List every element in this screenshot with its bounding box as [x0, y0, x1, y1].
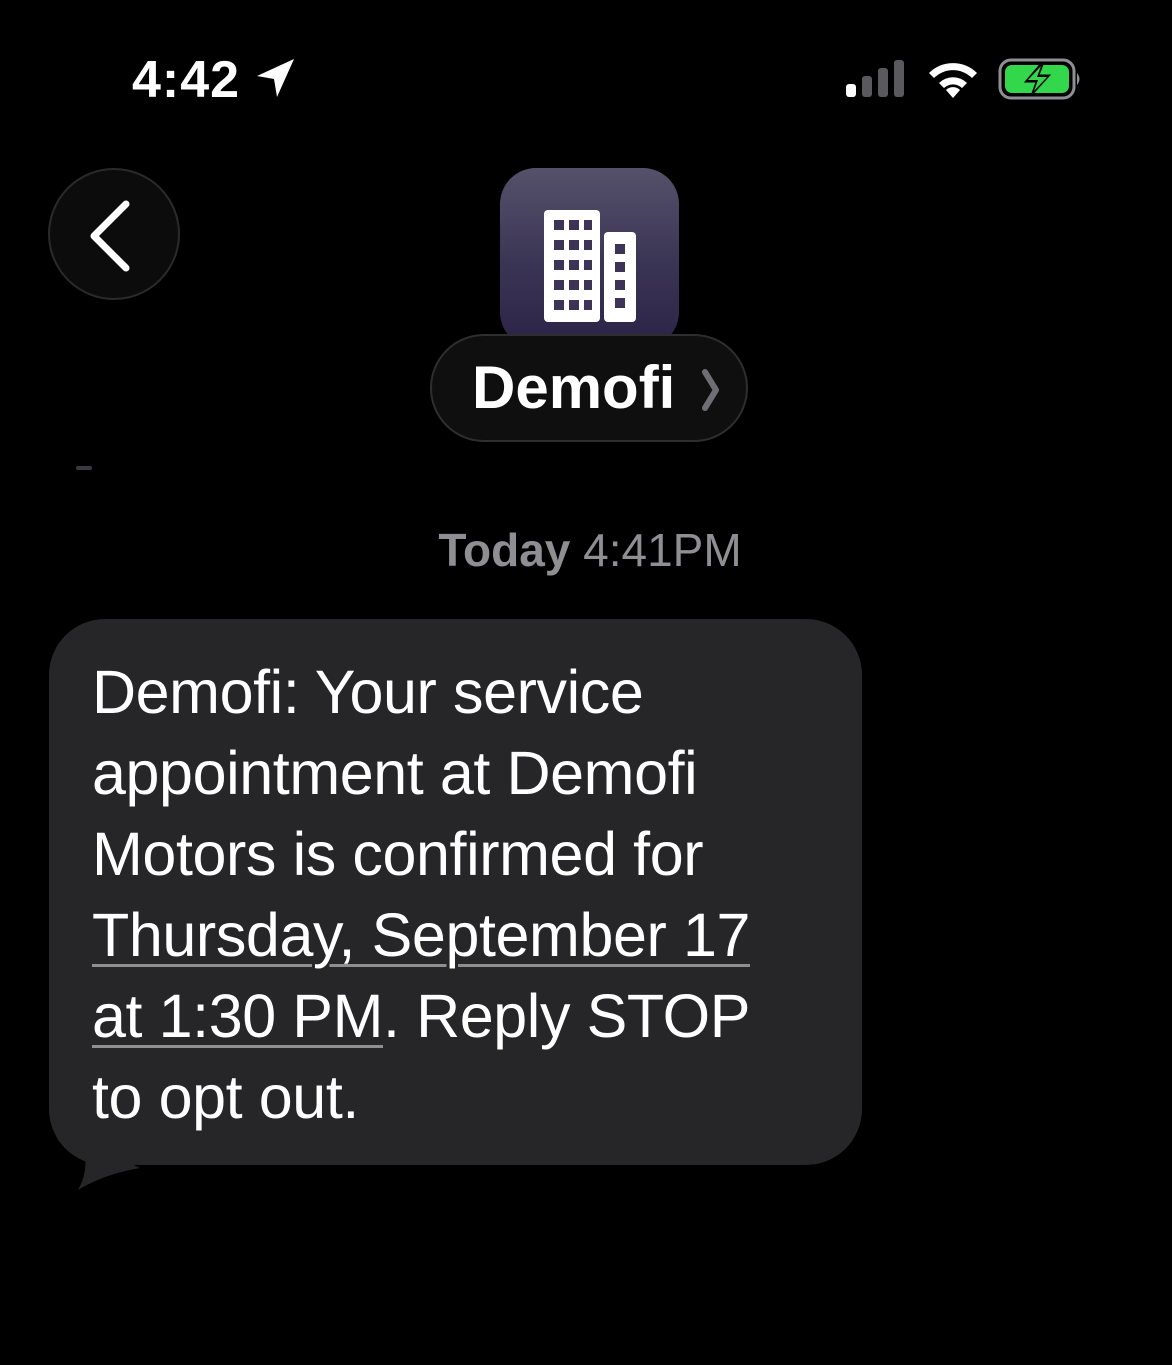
message-timestamp: Today 4:41PM: [0, 522, 1172, 578]
chevron-left-icon: [90, 200, 130, 272]
cellular-signal-icon: [846, 60, 904, 97]
location-arrow-icon: [257, 59, 294, 97]
date-link[interactable]: Thursday, September 17: [92, 901, 750, 969]
chevron-right-icon: [702, 369, 719, 411]
contact-avatar[interactable]: [500, 168, 679, 348]
timestamp-day: Today: [438, 524, 571, 576]
battery-charging-icon: [998, 58, 1080, 100]
message-line: Motors is confirmed for: [92, 820, 704, 888]
message-line: appointment at Demofi: [92, 739, 698, 807]
wifi-icon: [929, 63, 977, 98]
contact-name-button[interactable]: Demofi: [430, 334, 748, 442]
contact-name: Demofi: [472, 354, 676, 421]
message-line: Demofi: Your service: [92, 658, 644, 726]
status-time: 4:42: [132, 51, 241, 109]
timestamp-time: 4:41PM: [583, 524, 742, 576]
message-text: Demofi: Your service appointment at Demo…: [92, 652, 842, 1138]
back-button[interactable]: [48, 168, 180, 300]
building-icon: [544, 210, 636, 322]
header-divider: [76, 466, 92, 470]
message-line: to opt out.: [92, 1063, 359, 1131]
time-link[interactable]: at 1:30 PM: [92, 982, 383, 1050]
bubble-tail: [78, 1130, 140, 1190]
message-line: . Reply STOP: [383, 982, 750, 1050]
